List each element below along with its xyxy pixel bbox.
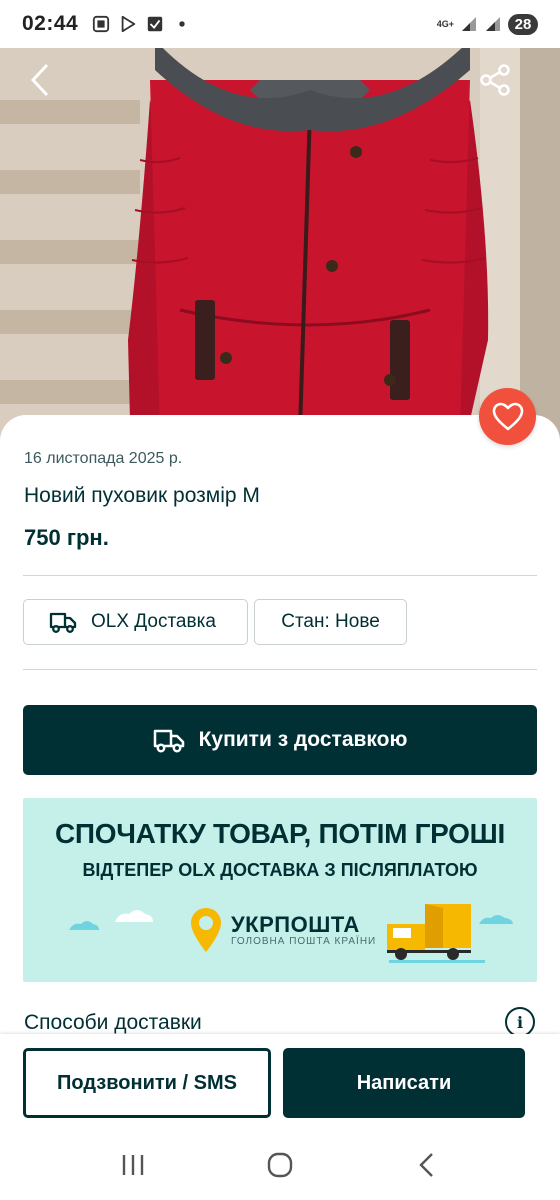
heart-icon <box>492 402 523 430</box>
home-button[interactable] <box>250 1140 310 1190</box>
chip-delivery-label: OLX Доставка <box>91 611 216 632</box>
listing-details: 16 листопада 2025 р. Новий пуховик розмі… <box>0 388 560 1055</box>
promo-banner[interactable]: СПОЧАТКУ ТОВАР, ПОТІМ ГРОШІ ВІДТЕПЕР OLX… <box>23 798 537 982</box>
dot-icon <box>179 21 185 27</box>
posted-date: 16 листопада 2025 р. <box>24 450 183 467</box>
ukrposhta-brand: УКРПОШТА <box>231 911 360 937</box>
buy-with-delivery-button[interactable]: Купити з доставкою <box>23 705 537 775</box>
check-box-icon <box>148 16 163 32</box>
divider <box>23 669 537 670</box>
call-sms-button[interactable]: Подзвонити / SMS <box>23 1048 271 1118</box>
info-button[interactable]: i <box>505 1007 535 1037</box>
chevron-left-icon <box>30 63 49 97</box>
cell-signal-icon <box>486 17 500 31</box>
status-bar: 02:44 4G+ 28 <box>0 0 560 48</box>
bottom-action-bar: Подзвонити / SMS Написати <box>0 1034 560 1130</box>
recents-icon <box>123 1155 144 1175</box>
recents-button[interactable] <box>103 1140 163 1190</box>
buy-button-label: Купити з доставкою <box>198 728 408 751</box>
back-nav-button[interactable] <box>397 1140 457 1190</box>
divider <box>23 575 537 576</box>
info-icon: i <box>516 1012 524 1032</box>
truck-icon <box>49 612 77 633</box>
condition-chip[interactable]: Стан: Нове <box>254 599 407 645</box>
back-button[interactable] <box>15 55 65 105</box>
status-notification-icons <box>92 15 191 33</box>
ukrposhta-logo: УКРПОШТА ГОЛОВНА ПОШТА КРАЇНИ <box>189 906 376 954</box>
olx-delivery-chip[interactable]: OLX Доставка <box>23 599 248 645</box>
share-button[interactable] <box>470 55 520 105</box>
share-icon <box>480 64 510 96</box>
delivery-methods-title: Способи доставки <box>24 1011 202 1034</box>
home-icon <box>267 1152 293 1178</box>
screenshot-icon <box>93 15 110 33</box>
play-store-icon <box>121 15 136 33</box>
back-arrow-icon <box>418 1153 433 1177</box>
status-time: 02:44 <box>22 12 79 35</box>
ukrposhta-tagline: ГОЛОВНА ПОШТА КРАЇНИ <box>231 935 377 947</box>
delivery-truck-illustration <box>387 904 485 963</box>
truck-icon <box>153 729 184 753</box>
message-button[interactable]: Написати <box>283 1048 525 1118</box>
system-nav-bar <box>0 1130 560 1200</box>
banner-decorations <box>69 904 513 963</box>
network-type: 4G+ <box>436 18 454 29</box>
listing-title: Новий пуховик розмір М <box>24 484 260 507</box>
location-pin-icon <box>191 908 221 952</box>
listing-price: 750 грн. <box>24 525 109 550</box>
cell-signal-icon <box>462 17 476 31</box>
chip-condition-label: Стан: Нове <box>281 611 380 632</box>
listing-photo[interactable] <box>0 40 560 450</box>
battery-indicator: 28 <box>508 13 538 35</box>
favorite-button[interactable] <box>479 388 536 445</box>
